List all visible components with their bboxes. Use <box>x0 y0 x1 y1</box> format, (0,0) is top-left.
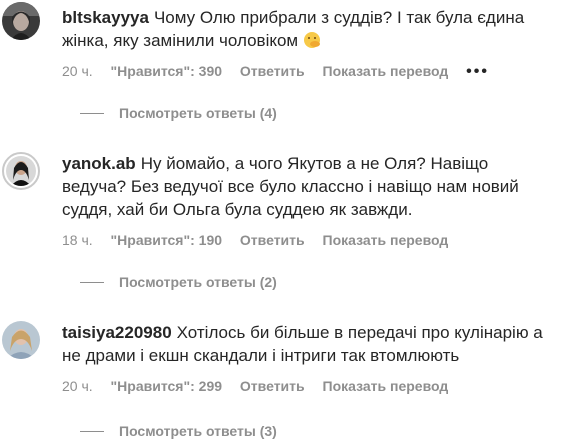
likes-count[interactable]: "Нравится": 390 <box>111 63 222 79</box>
timestamp: 20 ч. <box>62 63 93 79</box>
comment-meta: 18 ч. "Нравится": 190 Ответить Показать … <box>62 231 462 249</box>
translate-button[interactable]: Показать перевод <box>323 232 449 248</box>
divider <box>80 431 104 432</box>
reply-button[interactable]: Ответить <box>240 232 305 248</box>
timestamp: 18 ч. <box>62 232 93 248</box>
comment-meta: 20 ч. "Нравится": 299 Ответить Показать … <box>62 377 462 395</box>
reply-button[interactable]: Ответить <box>240 378 305 394</box>
view-replies-label[interactable]: Посмотреть ответы (3) <box>119 422 277 440</box>
view-replies-label[interactable]: Посмотреть ответы (2) <box>119 273 277 291</box>
avatar[interactable] <box>2 2 40 40</box>
reply-button[interactable]: Ответить <box>240 63 305 79</box>
comment-text-block: yanok.ab Ну йомайо, а чого Якутов а не Ол… <box>62 152 552 221</box>
timestamp: 20 ч. <box>62 378 93 394</box>
comment-text-block: taisiya220980 Хотілось би більше в переда… <box>62 321 552 367</box>
likes-count[interactable]: "Нравится": 299 <box>111 378 222 394</box>
view-replies-label[interactable]: Посмотреть ответы (4) <box>119 104 277 122</box>
translate-button[interactable]: Показать перевод <box>323 63 449 79</box>
username[interactable]: bltskayyya <box>62 8 149 27</box>
smiling-face-with-hand-over-mouth-icon <box>302 31 322 49</box>
comment-meta: 20 ч. "Нравится": 390 Ответить Показать … <box>62 62 503 81</box>
more-options-icon[interactable]: ••• <box>466 63 489 80</box>
avatar[interactable] <box>2 152 40 190</box>
translate-button[interactable]: Показать перевод <box>323 378 449 394</box>
divider <box>80 113 104 114</box>
divider <box>80 282 104 283</box>
likes-count[interactable]: "Нравится": 190 <box>111 232 222 248</box>
username[interactable]: taisiya220980 <box>62 323 172 342</box>
username[interactable]: yanok.ab <box>62 154 136 173</box>
avatar[interactable] <box>2 321 40 359</box>
comment-text-block: bltskayyya Чому Олю прибрали з суддів? І … <box>62 6 552 52</box>
